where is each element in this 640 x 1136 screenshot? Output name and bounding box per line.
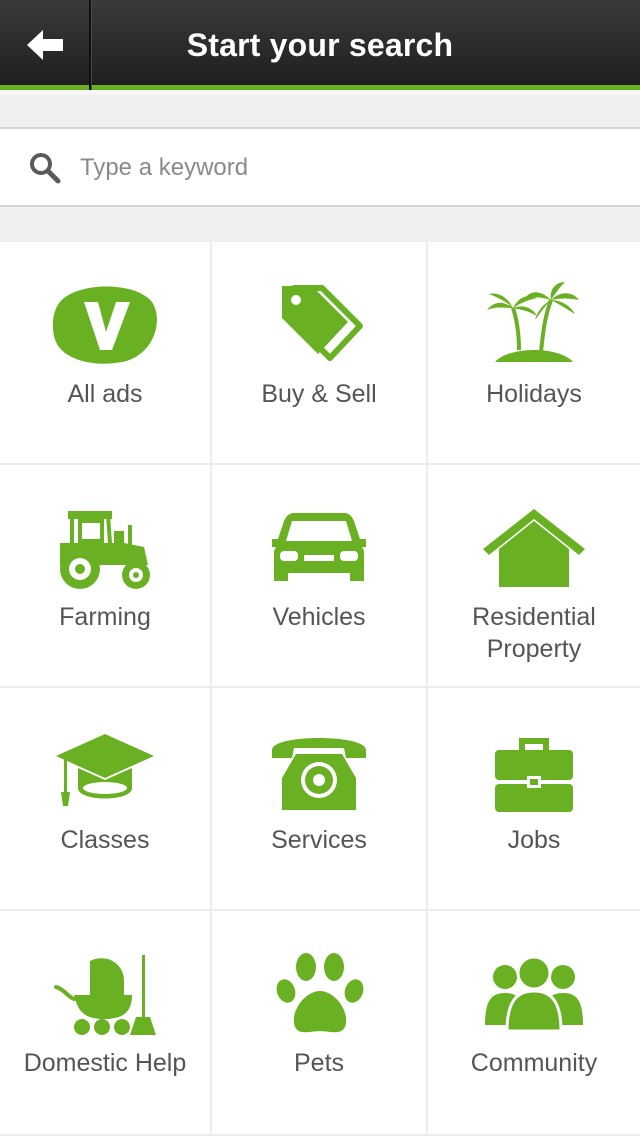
search-input[interactable] [80,143,600,193]
category-classes[interactable]: Classes [0,688,212,911]
back-arrow-icon [26,30,63,60]
category-grid: All ads Buy & Sell Holidays Farming Vehi… [0,242,640,1136]
category-label: All ads [67,380,143,408]
search-bar[interactable] [0,127,640,207]
car-icon [264,503,374,593]
all-ads-logo-icon [50,280,160,370]
category-community[interactable]: Community [428,911,640,1136]
category-label: Vehicles [272,603,366,631]
category-label: Jobs [507,826,561,854]
price-tags-icon [264,280,374,370]
tractor-icon [50,503,160,593]
telephone-icon [264,726,374,816]
category-residential-property[interactable]: Residential Property [428,465,640,688]
category-vehicles[interactable]: Vehicles [212,465,428,688]
category-domestic-help[interactable]: Domestic Help [0,911,212,1136]
page-title: Start your search [186,26,454,63]
category-label: Residential Property [472,603,596,663]
category-label: Domestic Help [23,1049,187,1077]
paw-icon [264,949,374,1039]
category-pets[interactable]: Pets [212,911,428,1136]
category-services[interactable]: Services [212,688,428,911]
search-icon [30,153,61,184]
category-all-ads[interactable]: All ads [0,242,212,465]
category-label: Community [470,1049,598,1077]
category-label: Services [271,826,367,854]
people-group-icon [479,949,589,1039]
category-jobs[interactable]: Jobs [428,688,640,911]
category-label: Classes [60,826,150,854]
back-button[interactable] [0,0,91,90]
category-buy-sell[interactable]: Buy & Sell [212,242,428,465]
nav-bar: Start your search [0,0,640,90]
palm-island-icon [479,280,589,370]
pram-broom-icon [50,949,160,1039]
house-icon [479,503,589,593]
category-label: Farming [59,603,151,631]
search-section [0,95,640,242]
category-label: Holidays [486,380,582,408]
briefcase-icon [479,726,589,816]
category-holidays[interactable]: Holidays [428,242,640,465]
category-farming[interactable]: Farming [0,465,212,688]
category-label: Pets [293,1049,345,1077]
category-label: Buy & Sell [261,380,377,408]
graduation-cap-icon [50,726,160,816]
